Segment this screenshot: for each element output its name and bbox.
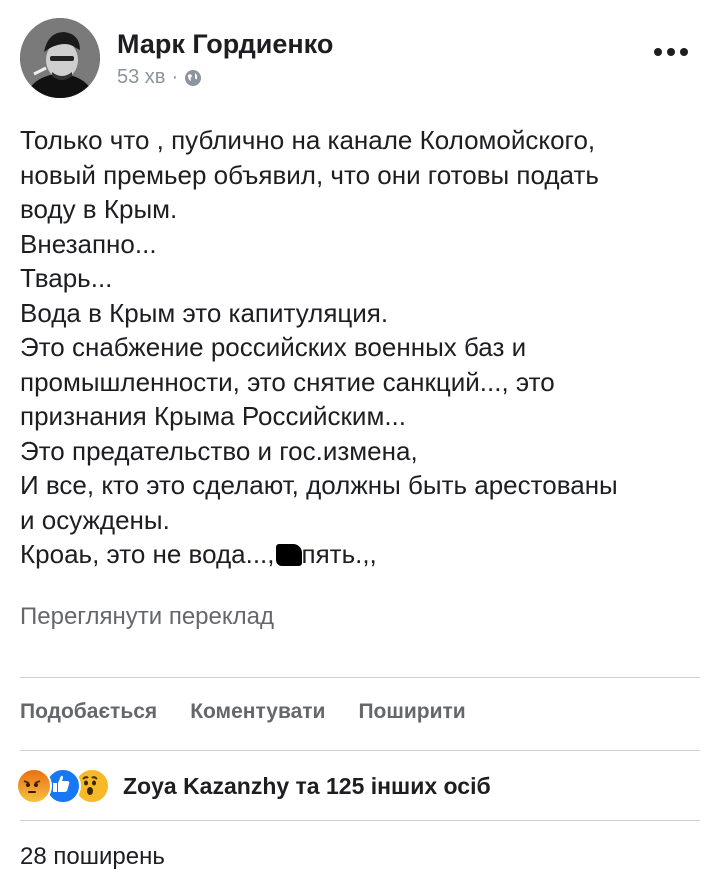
post-line: новый премьер объявил, что они готовы по… bbox=[20, 159, 599, 190]
post-line: Это предательство и гос.измена, bbox=[20, 435, 418, 466]
last-line-start: Кроаь, это не вода..., bbox=[20, 539, 275, 569]
post-line: Это снабжение российских военных баз и bbox=[20, 332, 527, 362]
redaction-mark bbox=[275, 544, 302, 566]
author-name[interactable]: Марк Гордиенко bbox=[117, 29, 333, 60]
post-line: Вода в Крым это капитуляция. bbox=[20, 297, 389, 328]
divider bbox=[20, 750, 700, 751]
post-time[interactable]: 53 хв bbox=[117, 66, 165, 89]
post-line-last: Кроаь, это не вода..., пять.,, bbox=[20, 537, 700, 572]
avatar[interactable] bbox=[20, 18, 100, 98]
globe-icon bbox=[185, 69, 202, 86]
action-bar: Подобається Коментувати Поширити bbox=[20, 700, 466, 724]
divider bbox=[20, 677, 700, 678]
post-line: промышленности, это снятие санкций..., э… bbox=[20, 366, 555, 397]
shares-count[interactable]: 28 поширень bbox=[20, 843, 165, 871]
post-line: И все, кто это сделают, должны быть арес… bbox=[20, 470, 618, 500]
more-options-icon[interactable] bbox=[654, 48, 688, 56]
like-button[interactable]: Подобається bbox=[20, 700, 157, 724]
reactions-text: Zoya Kazanzhy та 125 інших осіб bbox=[123, 772, 491, 799]
last-line-end: пять.,, bbox=[301, 539, 377, 569]
angry-icon bbox=[16, 768, 52, 804]
post-line: Внезапно... bbox=[20, 228, 157, 259]
reactions-summary[interactable]: Zoya Kazanzhy та 125 інших осіб bbox=[16, 765, 491, 807]
divider bbox=[20, 820, 700, 821]
share-button[interactable]: Поширити bbox=[358, 700, 465, 724]
meta-separator: · bbox=[171, 66, 179, 88]
post-line: Только что , публично на канале Коломойс… bbox=[20, 125, 596, 155]
post-line: признания Крыма Российским... bbox=[20, 401, 406, 431]
post-meta: 53 хв · bbox=[117, 66, 202, 89]
post-line: воду в Крым. bbox=[20, 194, 178, 224]
see-translation-link[interactable]: Переглянути переклад bbox=[20, 603, 274, 631]
post-line: Тварь... bbox=[20, 263, 113, 293]
comment-button[interactable]: Коментувати bbox=[190, 700, 325, 724]
post-line: и осуждены. bbox=[20, 504, 170, 535]
post-text: Только что , публично на канале Коломойс… bbox=[20, 123, 700, 572]
post-header: Марк Гордиенко 53 хв · bbox=[20, 18, 700, 100]
